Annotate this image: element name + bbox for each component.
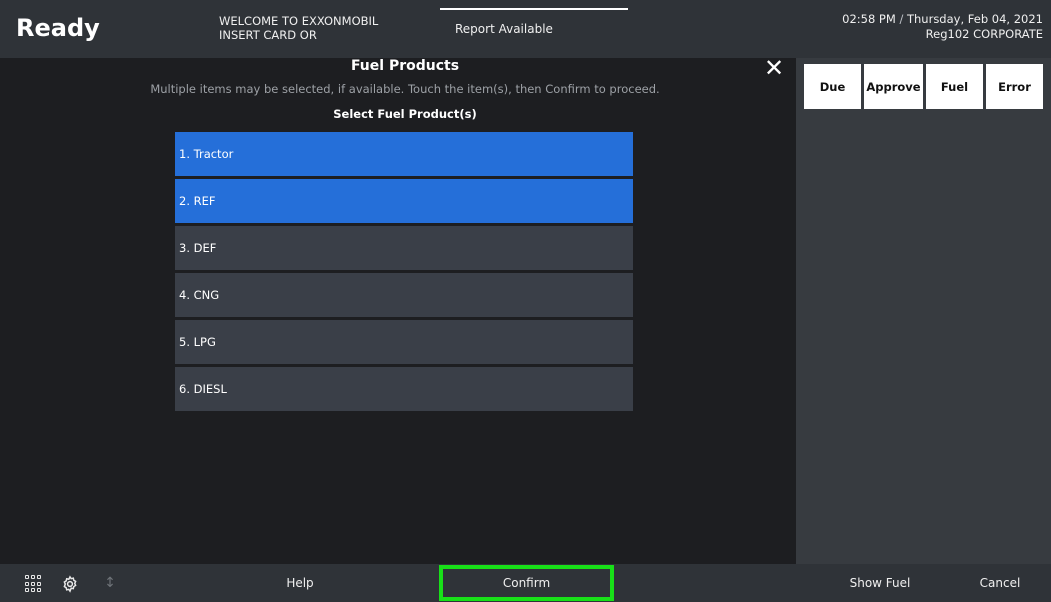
- fuel-product-list: 1. Tractor 2. REF 3. DEF 4. CNG 5. LPG 6…: [175, 132, 633, 414]
- fuel-product-item-ref[interactable]: 2. REF: [175, 179, 633, 223]
- fuel-product-item-tractor[interactable]: 1. Tractor: [175, 132, 633, 176]
- right-panel: Due Approve Fuel Error: [796, 58, 1051, 564]
- status-text: Ready: [16, 14, 100, 42]
- move-icon[interactable]: ↕: [101, 575, 119, 593]
- close-icon[interactable]: ✕: [762, 56, 786, 80]
- help-button[interactable]: Help: [250, 564, 350, 602]
- list-title: Select Fuel Product(s): [333, 107, 477, 121]
- tab-due[interactable]: Due: [804, 64, 861, 109]
- fuel-products-dialog: Fuel Products ✕ Multiple items may be se…: [0, 56, 796, 564]
- top-status-bar: Ready WELCOME TO EXXONMOBIL INSERT CARD …: [0, 0, 1051, 58]
- separator: /: [899, 12, 904, 26]
- tab-fuel[interactable]: Fuel: [926, 64, 983, 109]
- date: Thursday, Feb 04, 2021: [906, 12, 1043, 26]
- datetime-info: 02:58 PM / Thursday, Feb 04, 2021 Reg102…: [842, 12, 1043, 42]
- dialog-subtitle: Multiple items may be selected, if avail…: [150, 82, 660, 96]
- tab-approve[interactable]: Approve: [864, 64, 923, 109]
- welcome-message: WELCOME TO EXXONMOBIL INSERT CARD OR: [219, 14, 378, 42]
- fuel-product-item-cng[interactable]: 4. CNG: [175, 273, 633, 317]
- fuel-product-item-diesl[interactable]: 6. DIESL: [175, 367, 633, 411]
- gear-icon[interactable]: [61, 575, 79, 593]
- confirm-button[interactable]: Confirm: [439, 565, 614, 601]
- report-available-notice[interactable]: Report Available: [440, 8, 628, 52]
- show-fuel-button[interactable]: Show Fuel: [830, 564, 930, 602]
- fuel-product-item-lpg[interactable]: 5. LPG: [175, 320, 633, 364]
- register-id: Reg102: [925, 27, 970, 41]
- store-name: CORPORATE: [973, 27, 1043, 41]
- grid-icon[interactable]: [25, 575, 43, 593]
- right-tabs: Due Approve Fuel Error: [804, 64, 1043, 109]
- tab-error[interactable]: Error: [986, 64, 1043, 109]
- welcome-line-2: INSERT CARD OR: [219, 28, 317, 42]
- fuel-product-item-def[interactable]: 3. DEF: [175, 226, 633, 270]
- time: 02:58 PM: [842, 12, 896, 26]
- cancel-button[interactable]: Cancel: [950, 564, 1050, 602]
- bottom-action-bar: ↕ Help Confirm Show Fuel Cancel: [0, 564, 1051, 602]
- dialog-title: Fuel Products: [350, 58, 460, 74]
- welcome-line-1: WELCOME TO EXXONMOBIL: [219, 14, 379, 28]
